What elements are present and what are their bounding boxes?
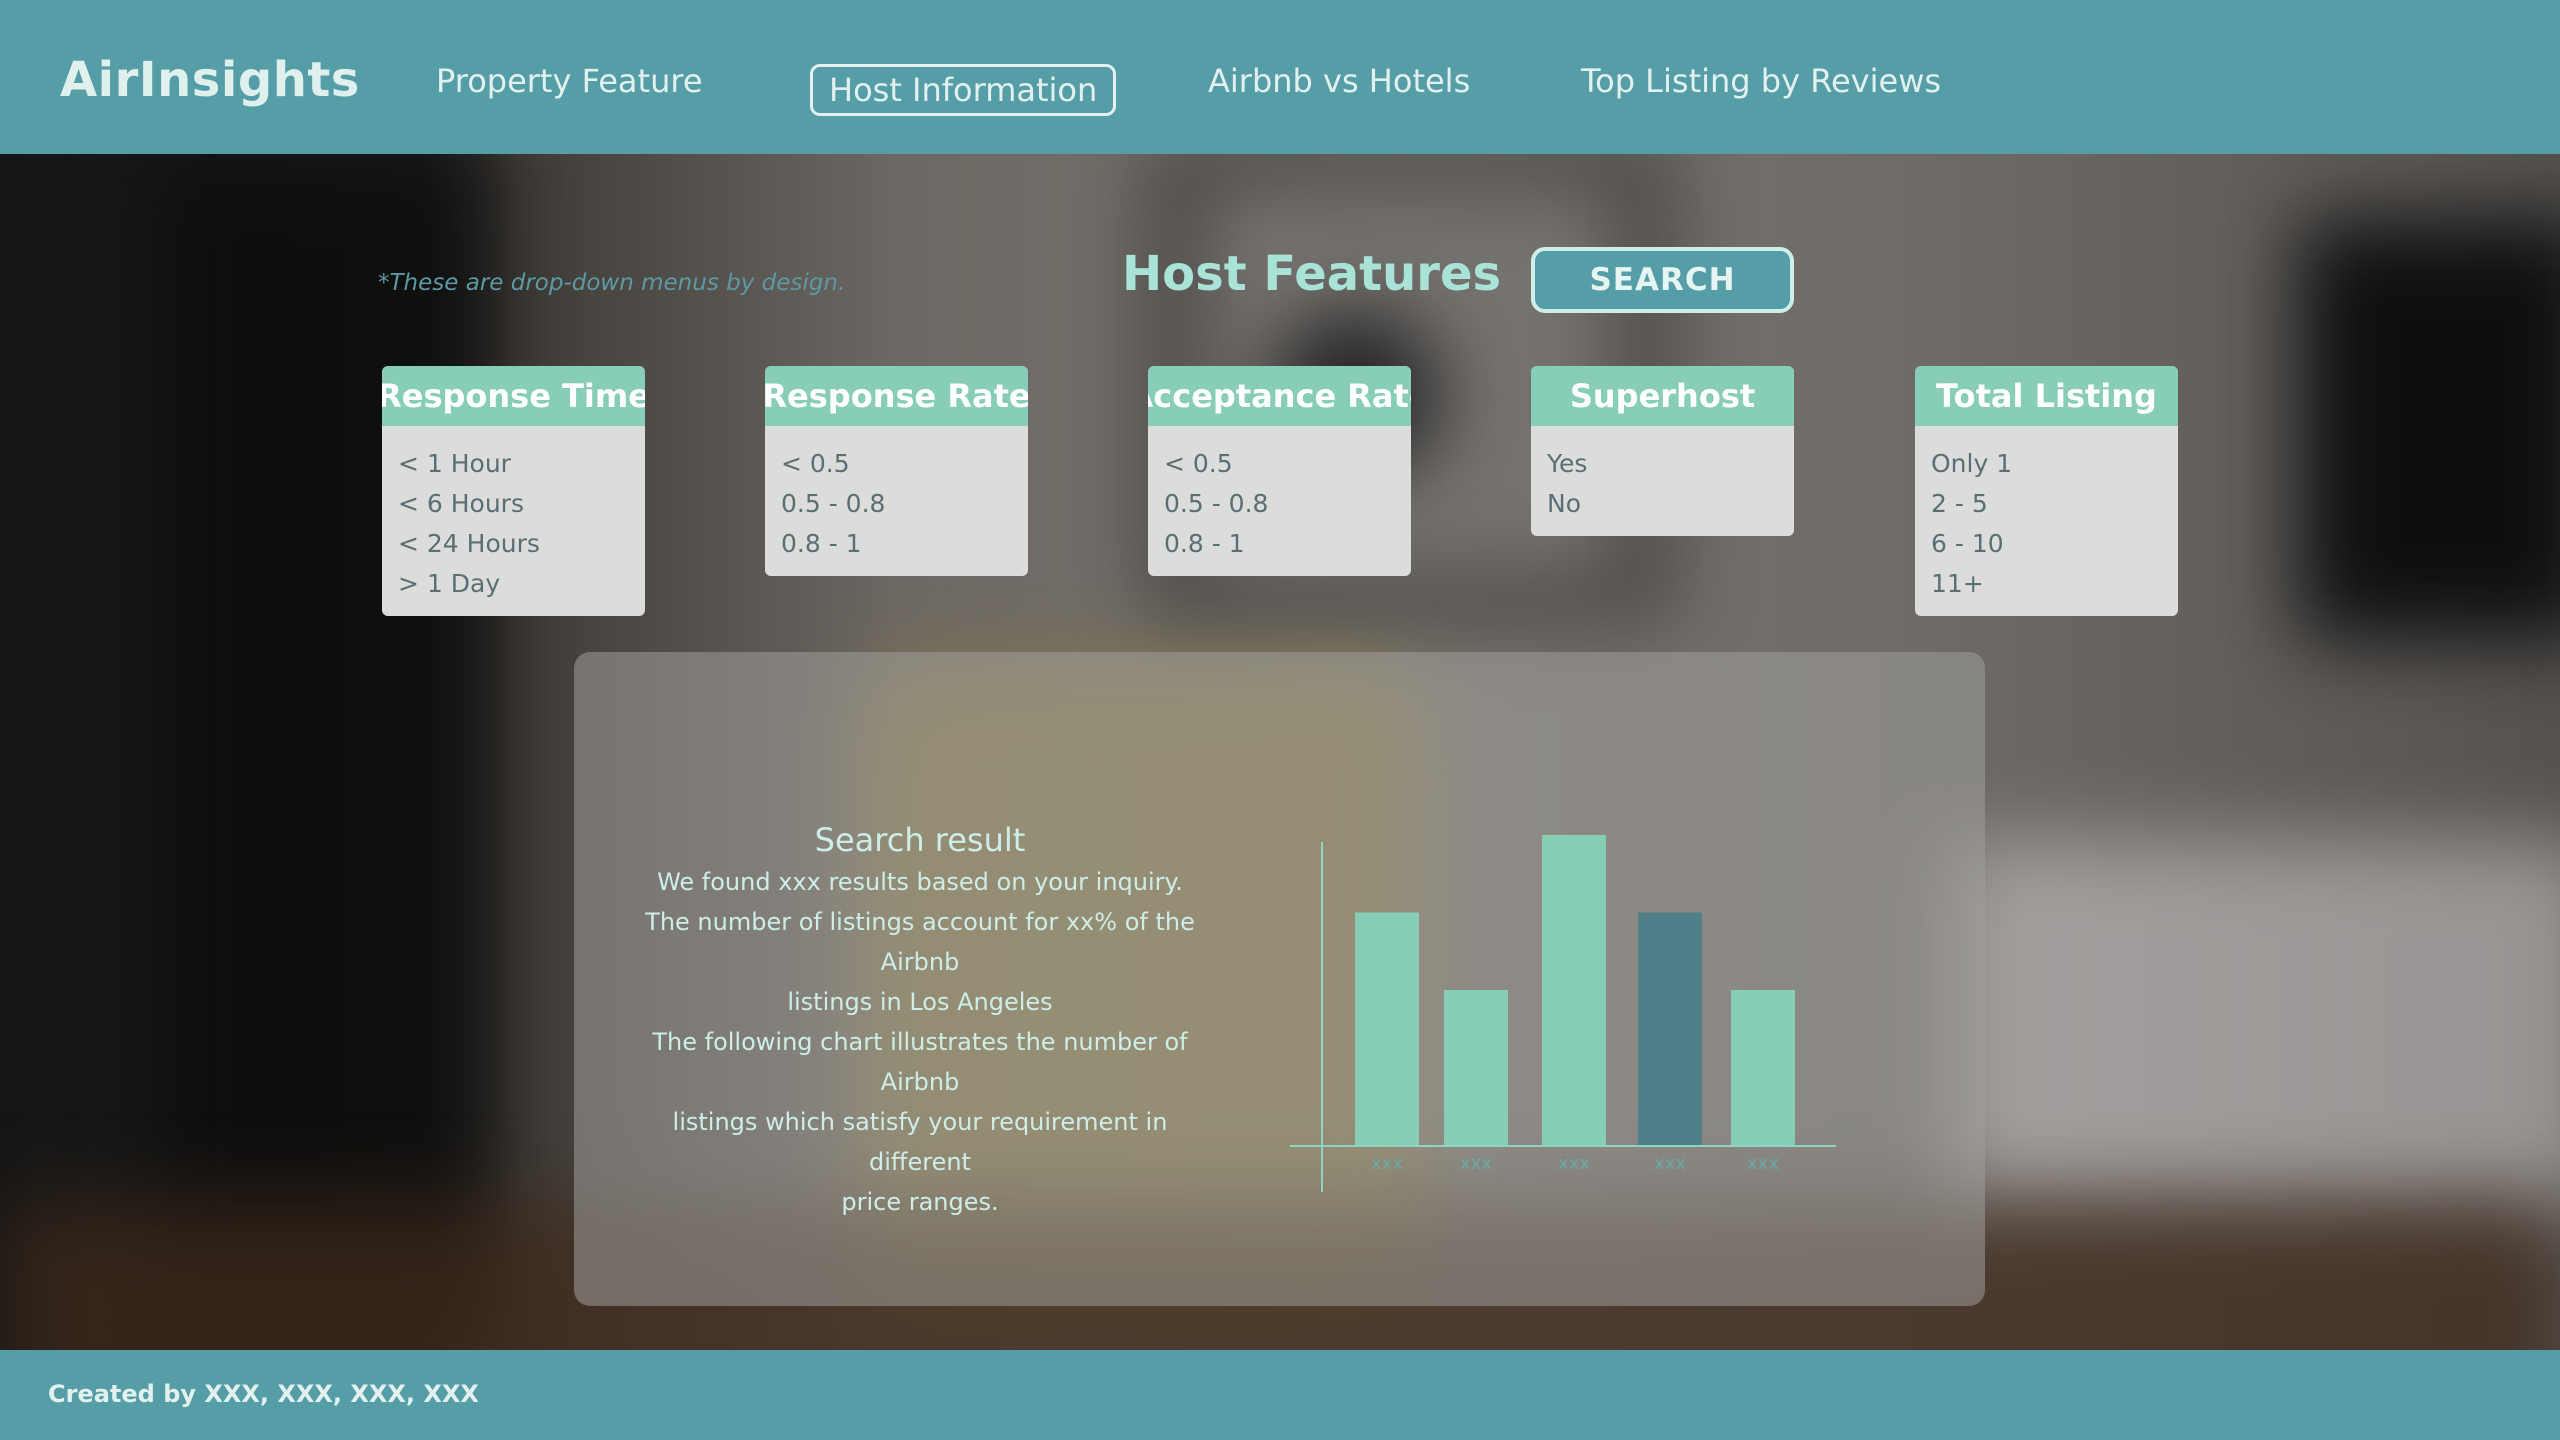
filter-option[interactable]: > 1 Day xyxy=(398,564,629,604)
filter-option[interactable]: 0.8 - 1 xyxy=(1164,524,1395,564)
result-line: We found xxx results based on your inqui… xyxy=(657,868,1183,896)
filter-option[interactable]: < 6 Hours xyxy=(398,484,629,524)
nav-host-information[interactable]: Host Information xyxy=(810,64,1117,116)
chart-bar xyxy=(1355,912,1419,1145)
filter-option[interactable]: 2 - 5 xyxy=(1931,484,2162,524)
filter-total-listing[interactable]: Total Listing Only 1 2 - 5 6 - 10 11+ xyxy=(1915,366,2178,616)
filter-response-rate[interactable]: Response Rate < 0.5 0.5 - 0.8 0.8 - 1 xyxy=(765,366,1028,576)
x-tick-label: xxx xyxy=(1460,1153,1492,1174)
result-line: listings which satisfy your requirement … xyxy=(672,1108,1168,1176)
filter-option[interactable]: 0.5 - 0.8 xyxy=(781,484,1012,524)
dropdown-note: *These are drop-down menus by design. xyxy=(378,270,846,296)
result-summary: Search result We found xxx results based… xyxy=(620,818,1220,1222)
top-nav-bar: AirInsights Property Feature Host Inform… xyxy=(0,0,2560,154)
result-title: Search result xyxy=(814,821,1026,859)
page-title: Host Features xyxy=(1122,246,1502,302)
chart-bar xyxy=(1638,912,1702,1145)
nav-property-feature[interactable]: Property Feature xyxy=(436,62,703,100)
filter-option[interactable]: < 0.5 xyxy=(781,444,1012,484)
nav-top-listing-by-reviews[interactable]: Top Listing by Reviews xyxy=(1581,62,1941,100)
filter-option[interactable]: < 0.5 xyxy=(1164,444,1395,484)
filter-acceptance-rate[interactable]: Acceptance Rate < 0.5 0.5 - 0.8 0.8 - 1 xyxy=(1148,366,1411,576)
filter-option[interactable]: 6 - 10 xyxy=(1931,524,2162,564)
filter-option[interactable]: 11+ xyxy=(1931,564,2162,604)
filter-title[interactable]: Superhost xyxy=(1531,366,1794,426)
filter-superhost[interactable]: Superhost Yes No xyxy=(1531,366,1794,536)
chart-bar xyxy=(1542,835,1606,1145)
result-line: The number of listings account for xx% o… xyxy=(645,908,1195,976)
footer-credit: Created by XXX, XXX, XXX, XXX xyxy=(48,1380,479,1408)
filter-title[interactable]: Response Time xyxy=(382,366,645,426)
filter-option[interactable]: No xyxy=(1547,484,1778,524)
result-line: The following chart illustrates the numb… xyxy=(652,1028,1188,1096)
filter-option[interactable]: < 24 Hours xyxy=(398,524,629,564)
filter-option[interactable]: Yes xyxy=(1547,444,1778,484)
x-tick-label: xxx xyxy=(1747,1153,1779,1174)
filter-option[interactable]: 0.8 - 1 xyxy=(781,524,1012,564)
filter-option[interactable]: Only 1 xyxy=(1931,444,2162,484)
x-tick-label: xxx xyxy=(1371,1153,1403,1174)
nav-airbnb-vs-hotels[interactable]: Airbnb vs Hotels xyxy=(1208,62,1470,100)
filter-title[interactable]: Response Rate xyxy=(765,366,1028,426)
filter-title[interactable]: Acceptance Rate xyxy=(1148,366,1411,426)
filter-title[interactable]: Total Listing xyxy=(1915,366,2178,426)
x-tick-label: xxx xyxy=(1558,1153,1590,1174)
result-line: listings in Los Angeles xyxy=(787,988,1053,1016)
search-button[interactable]: SEARCH xyxy=(1531,247,1794,313)
result-line: price ranges. xyxy=(841,1188,999,1216)
price-range-bar-chart: xxx xxx xxx xxx xxx xyxy=(1290,835,1836,1192)
footer: Created by XXX, XXX, XXX, XXX xyxy=(0,1350,2560,1440)
filter-option[interactable]: 0.5 - 0.8 xyxy=(1164,484,1395,524)
filter-option[interactable]: < 1 Hour xyxy=(398,444,629,484)
filter-response-time[interactable]: Response Time < 1 Hour < 6 Hours < 24 Ho… xyxy=(382,366,645,616)
chart-bar xyxy=(1731,990,1795,1145)
x-tick-label: xxx xyxy=(1654,1153,1686,1174)
chart-bar xyxy=(1444,990,1508,1145)
app-logo[interactable]: AirInsights xyxy=(60,52,360,108)
